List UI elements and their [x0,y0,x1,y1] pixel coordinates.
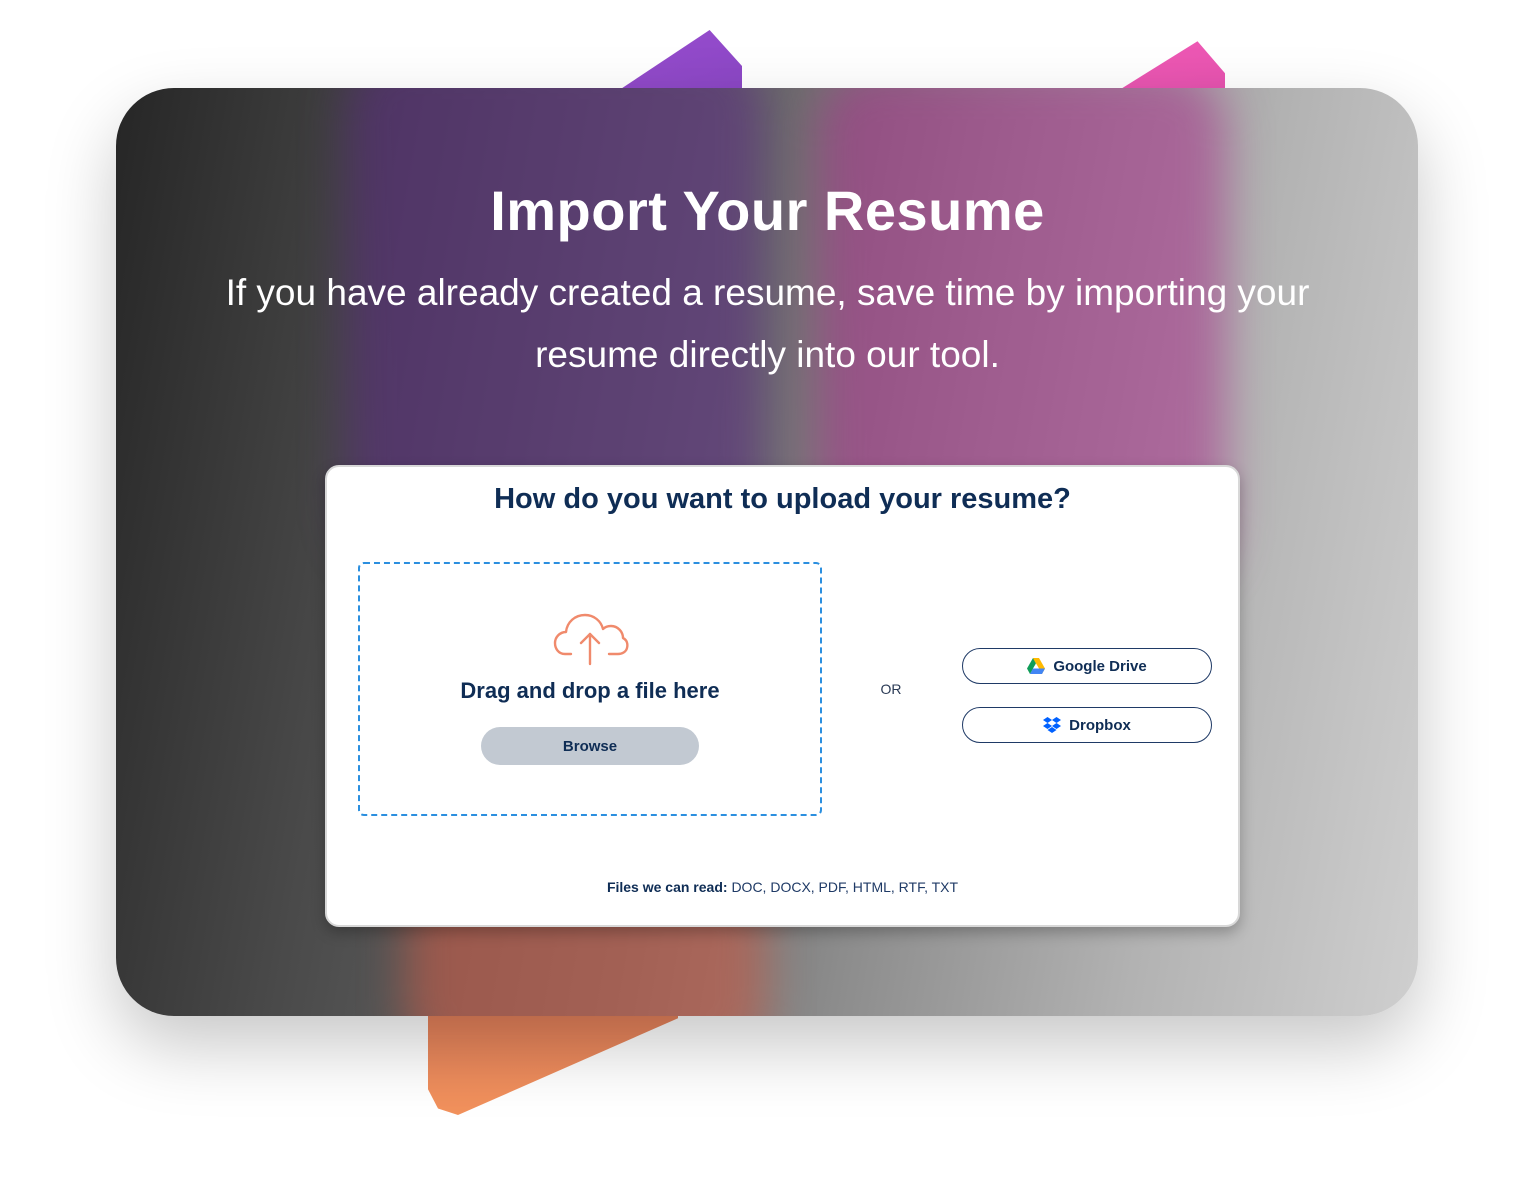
file-dropzone[interactable]: Drag and drop a file here Browse [358,562,822,816]
browse-button[interactable]: Browse [481,727,699,765]
formats-label: Files we can read: [606,879,728,895]
upload-panel-title: How do you want to upload your resume? [494,483,1071,515]
page-title: Import Your Resume [490,179,1045,242]
google-drive-label: Google Drive [1053,657,1147,675]
google-drive-icon [1027,658,1046,674]
page: Import Your Resume If you have already c… [0,0,1535,1183]
dropzone-text: Drag and drop a file here [460,678,720,703]
dropbox-button[interactable]: Dropbox [962,707,1212,743]
google-drive-button[interactable]: Google Drive [962,648,1212,684]
cloud-upload-icon [553,613,629,666]
supported-formats: Files we can read: DOC, DOCX, PDF, HTML,… [327,879,1238,895]
dropbox-icon [1043,717,1062,733]
page-subtitle: If you have already created a resume, sa… [225,272,1310,375]
upload-panel: How do you want to upload your resume? D… [325,465,1240,927]
or-separator: OR [880,681,902,697]
formats-value: DOC, DOCX, PDF, HTML, RTF, TXT [731,879,959,895]
dropbox-label: Dropbox [1069,716,1131,734]
